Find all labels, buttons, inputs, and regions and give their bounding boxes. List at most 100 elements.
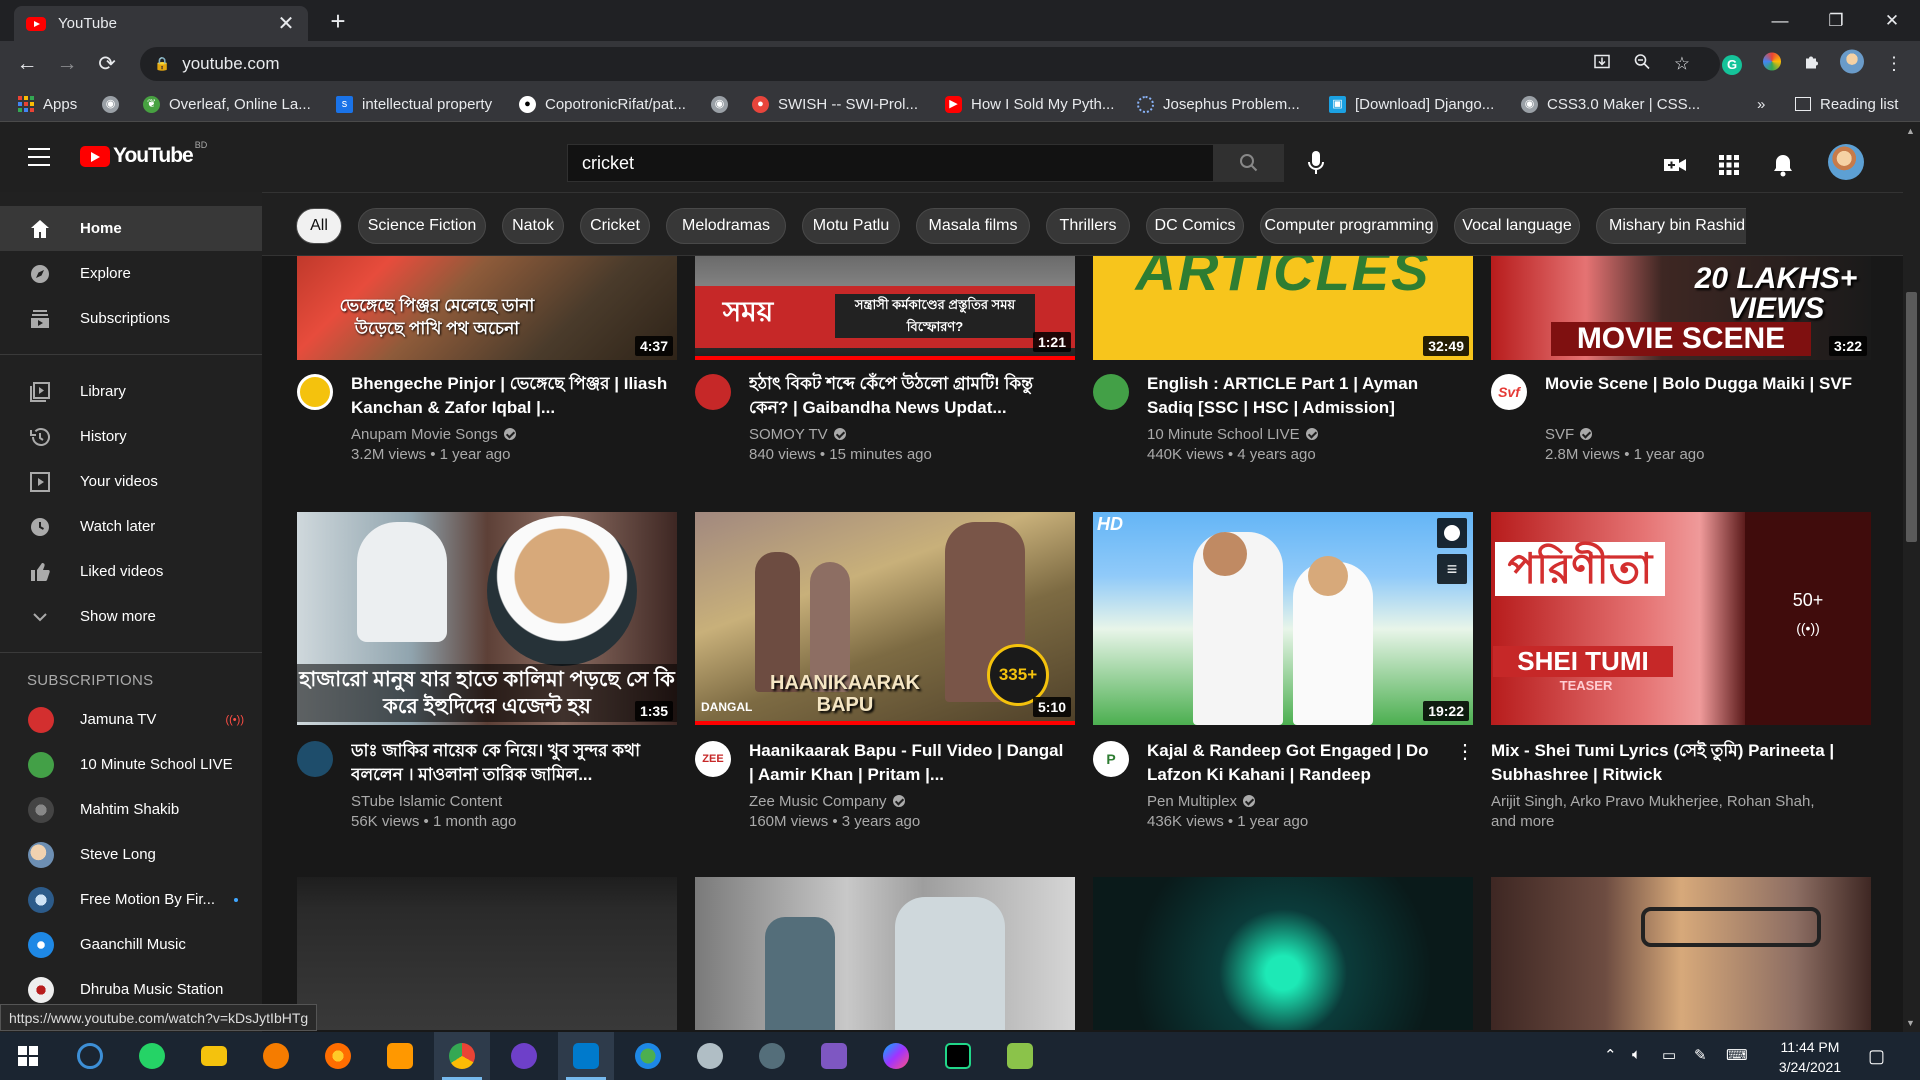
channel-avatar[interactable]: P [1093, 741, 1129, 777]
chip-cricket[interactable]: Cricket [580, 208, 650, 244]
video-thumbnail[interactable]: ARTICLES 32:49 [1093, 256, 1473, 360]
video-title[interactable]: Bhengeche Pinjor | ভেঙ্গেছে পিঞ্জর | Ili… [351, 372, 671, 420]
video-thumbnail[interactable] [695, 877, 1075, 1030]
channel-name[interactable]: SOMOY TV [749, 426, 846, 443]
install-app-icon[interactable] [1590, 53, 1614, 76]
bookmark-apps[interactable]: Apps [18, 87, 77, 121]
channel-avatar[interactable]: Svf [1491, 374, 1527, 410]
video-thumbnail[interactable]: সময় সন্ত্রাসী কর্মকাণ্ডের প্রস্তুতির সম… [695, 256, 1075, 360]
bookmark-globe-2[interactable]: ◉ [711, 87, 737, 121]
taskbar-app-whatsapp[interactable] [124, 1032, 180, 1080]
video-thumbnail[interactable]: HAANIKAARAK BAPU DANGAL 335+ 5:10 [695, 512, 1075, 725]
scroll-down-icon[interactable]: ▼ [1906, 1018, 1915, 1028]
video-thumbnail[interactable]: ভেঙ্গেছে পিঞ্জর মেলেছে ডানা উড়েছে পাখি … [297, 256, 677, 360]
taskbar-app-visual-studio[interactable] [806, 1032, 862, 1080]
sidebar-item-home[interactable]: Home [0, 206, 262, 251]
taskbar-app-satellite[interactable] [744, 1032, 800, 1080]
bookmark-star-icon[interactable]: ☆ [1670, 54, 1694, 75]
subscription-gaanchill-music[interactable]: Gaanchill Music [0, 922, 262, 967]
maximize-button[interactable]: ❐ [1808, 0, 1864, 41]
bookmark-intellectual-property[interactable]: s intellectual property [336, 87, 492, 121]
grammarly-extension-icon[interactable]: G [1720, 53, 1744, 75]
scroll-up-icon[interactable]: ▲ [1906, 126, 1915, 136]
channel-name[interactable]: Pen Multiplex [1147, 793, 1256, 810]
channel-avatar[interactable] [297, 374, 333, 410]
taskbar-app-refresh[interactable] [62, 1032, 118, 1080]
taskbar-app-file-explorer[interactable] [186, 1032, 242, 1080]
sidebar-show-more[interactable]: Show more [0, 594, 262, 639]
volume-icon[interactable]: 🔈︎ [1632, 1046, 1641, 1063]
chip-natok[interactable]: Natok [502, 208, 564, 244]
apps-icon[interactable] [1716, 152, 1742, 178]
chip-mishary[interactable]: Mishary bin Rashid Alaf [1596, 208, 1746, 244]
chrome-menu-icon[interactable]: ⋮ [1882, 54, 1906, 75]
browser-tab[interactable]: YouTube ✕ [14, 6, 308, 41]
subscription-mahtim-shakib[interactable]: Mahtim Shakib [0, 787, 262, 832]
sidebar-item-liked-videos[interactable]: Liked videos [0, 549, 262, 594]
video-thumbnail[interactable]: 20 LAKHS+ VIEWS MOVIE SCENE 3:22 [1491, 256, 1871, 360]
bookmark-youtube[interactable]: ▶ How I Sold My Pyth... [945, 87, 1114, 121]
video-title[interactable]: ডাঃ জাকির নায়েক কে নিয়ে। খুব সুন্দর কথ… [351, 739, 671, 787]
sidebar-item-your-videos[interactable]: Your videos [0, 459, 262, 504]
channel-name[interactable]: 10 Minute School LIVE [1147, 426, 1318, 443]
sidebar-item-history[interactable]: History [0, 414, 262, 459]
chip-all[interactable]: All [296, 208, 342, 244]
chip-computer-programming[interactable]: Computer programming [1260, 208, 1438, 244]
video-title[interactable]: হঠাৎ বিকট শব্দে কেঁপে উঠলো গ্রামটি! কিন্… [749, 372, 1069, 420]
channel-name[interactable]: Arijit Singh, Arko Pravo Mukherjee, Roha… [1491, 793, 1871, 810]
reading-list-button[interactable]: Reading list [1795, 87, 1898, 121]
video-thumbnail[interactable]: হাজারো মানুষ যার হাতে কালিমা পড়ছে সে কি… [297, 512, 677, 725]
channel-name[interactable]: SVF [1545, 426, 1593, 443]
chip-vocal-language[interactable]: Vocal language [1454, 208, 1580, 244]
create-video-icon[interactable] [1662, 152, 1688, 178]
menu-icon[interactable] [28, 148, 50, 166]
taskbar-app-browser-orange[interactable] [248, 1032, 304, 1080]
address-bar[interactable]: 🔒 youtube.com [140, 47, 1720, 81]
taskbar-app-github-desktop[interactable] [496, 1032, 552, 1080]
sidebar-item-watch-later[interactable]: Watch later [0, 504, 262, 549]
subscription-10-minute-school[interactable]: 10 Minute School LIVE [0, 742, 262, 787]
taskbar-app-sublime[interactable] [372, 1032, 428, 1080]
taskbar-app-pycharm[interactable] [930, 1032, 986, 1080]
window-close-button[interactable]: ✕ [1864, 0, 1920, 41]
chip-science-fiction[interactable]: Science Fiction [358, 208, 486, 244]
video-title[interactable]: Movie Scene | Bolo Dugga Maiki | SVF [1545, 372, 1865, 396]
video-thumbnail[interactable] [297, 877, 677, 1030]
chip-thrillers[interactable]: Thrillers [1046, 208, 1130, 244]
url-text[interactable]: youtube.com [182, 54, 279, 74]
video-more-options-icon[interactable]: ⋮ [1455, 739, 1475, 764]
sidebar-item-subscriptions[interactable]: Subscriptions [0, 296, 262, 341]
channel-name[interactable]: STube Islamic Content [351, 793, 502, 810]
more-bookmarks-button[interactable]: » [1757, 87, 1765, 121]
lock-icon[interactable]: 🔒 [154, 56, 170, 72]
bookmark-josephus[interactable]: Josephus Problem... [1137, 87, 1300, 121]
subscription-steve-long[interactable]: Steve Long [0, 832, 262, 877]
minimize-button[interactable]: — [1752, 0, 1808, 41]
taskbar-app-chrome[interactable] [434, 1032, 490, 1080]
video-title[interactable]: Mix - Shei Tumi Lyrics (সেই তুমি) Parine… [1491, 739, 1871, 787]
extensions-puzzle-icon[interactable] [1800, 53, 1824, 76]
subscription-free-motion[interactable]: Free Motion By Fir... [0, 877, 262, 922]
bookmark-overleaf[interactable]: ❦ Overleaf, Online La... [143, 87, 311, 121]
keyboard-icon[interactable]: ⌨ [1726, 1046, 1748, 1064]
notifications-center-icon[interactable]: ▢ [1868, 1046, 1885, 1067]
bookmark-css3[interactable]: ◉ CSS3.0 Maker | CSS... [1521, 87, 1700, 121]
microphone-icon[interactable] [1304, 148, 1328, 178]
video-thumbnail[interactable]: পরিণীতা SHEI TUMI TEASER 50+ ((•)) [1491, 512, 1871, 725]
reload-button[interactable]: ⟳ [92, 52, 122, 77]
bookmark-globe-1[interactable]: ◉ [102, 87, 128, 121]
profile-avatar-icon[interactable] [1840, 49, 1864, 79]
new-tab-button[interactable]: + [323, 6, 353, 37]
add-to-queue-icon[interactable]: ≡ [1437, 554, 1467, 584]
account-avatar[interactable] [1828, 144, 1864, 180]
subscription-jamuna-tv[interactable]: Jamuna TV ((•)) [0, 697, 262, 742]
taskbar-app-globe[interactable] [620, 1032, 676, 1080]
bookmark-django[interactable]: ▣ [Download] Django... [1329, 87, 1494, 121]
taskbar-app-messenger[interactable] [868, 1032, 924, 1080]
channel-avatar[interactable] [297, 741, 333, 777]
windows-start-button[interactable] [0, 1032, 56, 1080]
chip-motu-patlu[interactable]: Motu Patlu [802, 208, 900, 244]
page-scrollbar[interactable]: ▲ ▼ [1903, 122, 1920, 1032]
channel-avatar[interactable] [695, 374, 731, 410]
video-thumbnail[interactable]: HD ≡ 19:22 [1093, 512, 1473, 725]
